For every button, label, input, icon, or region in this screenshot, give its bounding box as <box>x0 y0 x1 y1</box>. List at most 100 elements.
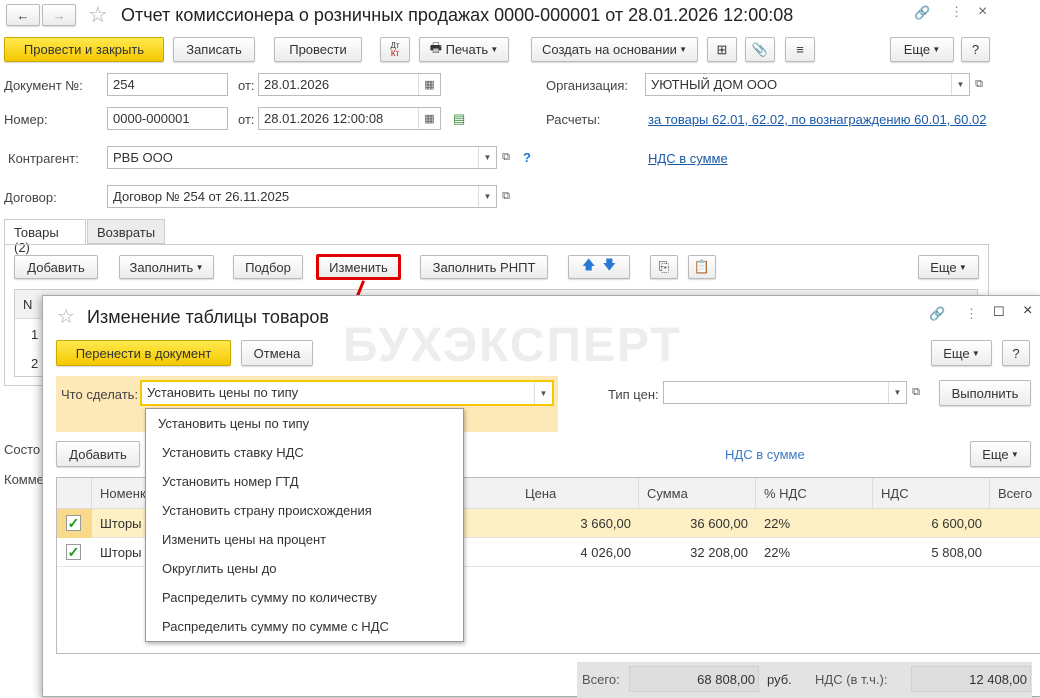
col-total[interactable]: Всего <box>990 478 1040 508</box>
open-icon[interactable]: ⧉ <box>497 185 515 208</box>
menu-item-round-prices[interactable]: Округлить цены до <box>146 554 463 583</box>
help-button[interactable]: ? <box>961 37 990 62</box>
kt-label: Кт <box>390 48 400 58</box>
post-button[interactable]: Провести <box>274 37 362 62</box>
menu-dots-icon[interactable]: ⋮ <box>950 4 963 20</box>
cancel-button[interactable]: Отмена <box>241 340 313 366</box>
save-button[interactable]: Записать <box>173 37 255 62</box>
cell-vat-rate: 22% <box>764 516 791 531</box>
row-checkbox[interactable]: ✓ <box>66 544 81 560</box>
fill-rnpt-button[interactable]: Заполнить РНПТ <box>420 255 548 279</box>
price-type-input[interactable]: ▼ <box>663 381 907 404</box>
action-select[interactable]: Установить цены по типу ▼ <box>140 380 554 406</box>
row-number: 2 <box>31 356 39 371</box>
menu-item-set-vat-rate[interactable]: Установить ставку НДС <box>146 438 463 467</box>
open-icon[interactable]: ⧉ <box>907 381 925 404</box>
attachment-icon[interactable]: 📎 <box>745 37 775 62</box>
menu-item-set-prices-by-type[interactable]: Установить цены по типу <box>146 409 463 438</box>
link-icon[interactable]: 🔗 <box>914 5 930 21</box>
action-value: Установить цены по типу <box>147 385 299 400</box>
more-label: Еще <box>943 345 970 361</box>
calendar-icon[interactable]: ▦ <box>418 108 440 129</box>
dropdown-icon[interactable]: ▼ <box>478 147 496 168</box>
history-icon[interactable]: ▤ <box>453 111 465 127</box>
menu-item-distribute-by-sum-vat[interactable]: Распределить сумму по сумме с НДС <box>146 612 463 641</box>
open-icon[interactable]: ⧉ <box>497 146 515 169</box>
doc-date-value: 28.01.2026 <box>264 77 330 92</box>
dropdown-icon[interactable]: ▼ <box>951 74 969 95</box>
more-label: Еще <box>903 42 931 57</box>
calc-link[interactable]: за товары 62.01, 62.02, по вознаграждени… <box>648 112 986 127</box>
structure-icon[interactable]: ⊞ <box>707 37 737 62</box>
menu-dots-icon[interactable]: ⋮ <box>965 306 978 322</box>
transfer-to-document-button[interactable]: Перенести в документ <box>56 340 231 366</box>
vat-in-sum-link[interactable]: НДС в сумме <box>725 447 805 462</box>
cell-price: 3 660,00 <box>580 516 631 531</box>
more-button-table[interactable]: Еще ▼ <box>970 441 1031 467</box>
org-label: Организация: <box>546 78 629 93</box>
tab-returns[interactable]: Возвраты <box>87 219 165 244</box>
vat-total-value: 12 408,00 <box>911 666 1031 692</box>
col-vat-rate[interactable]: % НДС <box>756 478 873 508</box>
contractor-input[interactable]: РВБ ООО ▼ <box>107 146 497 169</box>
post-and-close-button[interactable]: Провести и закрыть <box>4 37 164 62</box>
menu-item-set-gtd-number[interactable]: Установить номер ГТД <box>146 467 463 496</box>
number-input[interactable]: 0000-000001 <box>107 107 228 130</box>
open-icon[interactable]: ⧉ <box>970 73 988 96</box>
change-button[interactable]: Изменить <box>316 254 401 280</box>
dropdown-icon[interactable]: ▼ <box>478 186 496 207</box>
totals-panel: Всего: 68 808,00 руб. НДС (в т.ч.): 12 4… <box>577 662 1032 698</box>
menu-item-distribute-by-quantity[interactable]: Распределить сумму по количеству <box>146 583 463 612</box>
arrow-up-icon[interactable]: 🡅 <box>582 256 595 278</box>
org-input[interactable]: УЮТНЫЙ ДОМ ООО ▼ <box>645 73 970 96</box>
more-label: Еще <box>982 446 1009 462</box>
favorite-star-icon[interactable]: ☆ <box>57 304 75 329</box>
more-button[interactable]: Еще ▼ <box>890 37 954 62</box>
document-list-icon[interactable]: ≡ <box>785 37 815 62</box>
fill-button[interactable]: Заполнить ▼ <box>119 255 214 279</box>
number-date-input[interactable]: 28.01.2026 12:00:08 ▦ <box>258 107 441 130</box>
help-question-icon[interactable]: ? <box>523 150 531 165</box>
number-date-value: 28.01.2026 12:00:08 <box>264 111 384 126</box>
doc-no-input[interactable]: 254 <box>107 73 228 96</box>
move-up-down-buttons[interactable]: 🡅 🡇 <box>568 255 630 279</box>
close-icon[interactable]: × <box>1023 302 1032 320</box>
add-button[interactable]: Добавить <box>14 255 98 279</box>
execute-button[interactable]: Выполнить <box>939 380 1031 406</box>
currency-label: руб. <box>767 672 792 687</box>
arrow-down-icon[interactable]: 🡇 <box>603 256 616 278</box>
paste-icon[interactable]: 📋 <box>688 255 716 279</box>
pick-button[interactable]: Подбор <box>233 255 303 279</box>
col-vat[interactable]: НДС <box>873 478 990 508</box>
doc-date-input[interactable]: 28.01.2026 ▦ <box>258 73 441 96</box>
cell-vat-rate: 22% <box>764 545 791 560</box>
contract-input[interactable]: Договор № 254 от 26.11.2025 ▼ <box>107 185 497 208</box>
more-button-goods[interactable]: Еще ▼ <box>918 255 979 279</box>
dropdown-icon[interactable]: ▼ <box>534 382 552 404</box>
favorite-star-icon[interactable]: ☆ <box>88 2 108 28</box>
add-button[interactable]: Добавить <box>56 441 140 467</box>
col-price[interactable]: Цена <box>517 478 639 508</box>
back-button[interactable]: ← <box>6 4 40 26</box>
forward-button[interactable]: → <box>42 4 76 26</box>
menu-item-change-prices-percent[interactable]: Изменить цены на процент <box>146 525 463 554</box>
row-checkbox[interactable]: ✓ <box>66 515 81 531</box>
action-dropdown-menu: Установить цены по типу Установить ставк… <box>145 408 464 642</box>
dropdown-icon[interactable]: ▼ <box>888 382 906 403</box>
help-button[interactable]: ? <box>1002 340 1030 366</box>
close-icon[interactable]: × <box>978 3 987 21</box>
window-title: Отчет комиссионера о розничных продажах … <box>121 5 794 25</box>
col-sum[interactable]: Сумма <box>639 478 756 508</box>
calendar-icon[interactable]: ▦ <box>418 74 440 95</box>
print-button[interactable]: 🖶 Печать ▼ <box>419 37 509 62</box>
more-button[interactable]: Еще ▼ <box>931 340 992 366</box>
dt-kt-button[interactable]: Дт Кт <box>380 37 410 62</box>
menu-item-set-origin-country[interactable]: Установить страну происхождения <box>146 496 463 525</box>
link-icon[interactable]: 🔗 <box>929 306 945 322</box>
copy-icon[interactable]: ⎘ <box>650 255 678 279</box>
create-based-button[interactable]: Создать на основании ▼ <box>531 37 698 62</box>
vat-total-label: НДС (в т.ч.): <box>815 672 888 687</box>
vat-in-sum-link[interactable]: НДС в сумме <box>648 151 728 166</box>
tab-goods[interactable]: Товары (2) <box>4 219 86 255</box>
maximize-icon[interactable]: ☐ <box>993 304 1005 320</box>
